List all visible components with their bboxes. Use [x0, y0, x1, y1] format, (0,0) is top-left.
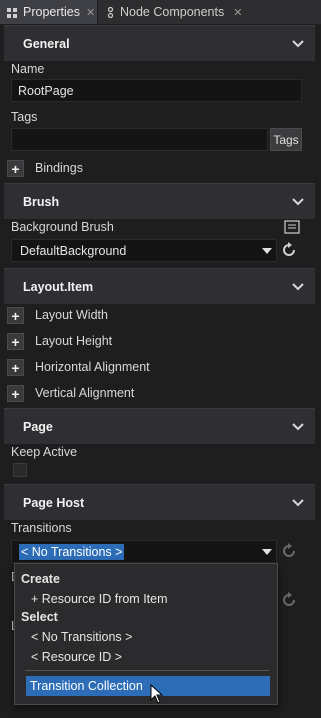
add-layout-height-button[interactable]: + — [7, 333, 24, 350]
transitions-value: < No Transitions > — [19, 543, 125, 560]
layout-height-label: Layout Height — [35, 334, 113, 348]
keep-active-checkbox[interactable] — [13, 463, 27, 477]
section-title: General — [23, 36, 70, 51]
add-layout-width-button[interactable]: + — [7, 307, 24, 324]
chevron-down-icon[interactable] — [291, 37, 305, 51]
section-title: Page Host — [23, 495, 85, 510]
chevron-down-icon[interactable] — [291, 496, 305, 510]
no-transitions-option[interactable]: < No Transitions > — [15, 627, 277, 647]
tags-button[interactable]: Tags — [270, 128, 302, 151]
chevron-down-icon[interactable] — [291, 195, 305, 209]
reset-icon[interactable] — [281, 242, 297, 258]
section-brush[interactable]: Brush — [4, 183, 315, 219]
bindings-label: Bindings — [35, 161, 83, 175]
vertical-alignment-label: Vertical Alignment — [35, 386, 135, 400]
name-label: Name — [11, 62, 45, 76]
section-title: Brush — [23, 194, 60, 209]
section-title: Page — [23, 419, 53, 434]
close-icon[interactable]: ✕ — [86, 6, 95, 19]
tags-label: Tags — [11, 110, 38, 124]
popup-select-header: Select — [21, 610, 58, 624]
properties-icon — [7, 7, 17, 18]
tab-properties[interactable]: Properties ✕ — [0, 0, 98, 24]
chevron-down-icon[interactable] — [291, 420, 305, 434]
name-field[interactable]: RootPage — [11, 79, 302, 102]
resource-editor-icon[interactable] — [284, 220, 300, 234]
tab-node-components-label: Node Components — [120, 5, 225, 19]
background-brush-value: DefaultBackground — [20, 243, 127, 258]
transitions-dropdown[interactable]: < No Transitions > — [11, 540, 277, 563]
popup-create-header: Create — [21, 572, 60, 586]
tags-field[interactable] — [11, 128, 268, 151]
add-bindings-button[interactable]: + — [7, 160, 24, 177]
node-components-icon — [105, 6, 116, 18]
resource-id-from-item-option[interactable]: + Resource ID from Item — [15, 589, 277, 609]
section-page[interactable]: Page — [4, 408, 315, 444]
keep-active-label: Keep Active — [11, 445, 78, 459]
transitions-dropdown-popup: Create + Resource ID from Item Select < … — [14, 563, 278, 705]
reset-icon[interactable] — [281, 543, 297, 559]
add-vertical-alignment-button[interactable]: + — [7, 385, 24, 402]
chevron-down-icon[interactable] — [291, 280, 305, 294]
transitions-label: Transitions — [11, 521, 72, 535]
layout-width-label: Layout Width — [35, 308, 108, 322]
add-horizontal-alignment-button[interactable]: + — [7, 359, 24, 376]
section-general[interactable]: General — [4, 25, 315, 61]
background-brush-dropdown[interactable]: DefaultBackground — [11, 239, 277, 262]
tab-strip: Properties ✕ Node Components ✕ — [0, 0, 321, 24]
dropdown-arrow-icon — [262, 549, 272, 555]
section-title: Layout.Item — [23, 279, 94, 294]
mouse-cursor-icon — [150, 684, 164, 704]
dropdown-arrow-icon — [262, 248, 272, 254]
section-page-host[interactable]: Page Host — [4, 484, 315, 520]
transition-collection-option[interactable]: Transition Collection — [26, 676, 270, 696]
popup-separator — [25, 670, 269, 671]
tab-properties-label: Properties — [23, 5, 80, 19]
section-layout-item[interactable]: Layout.Item — [4, 268, 315, 304]
resource-id-option[interactable]: < Resource ID > — [15, 647, 277, 667]
horizontal-alignment-label: Horizontal Alignment — [35, 360, 150, 374]
close-icon[interactable]: ✕ — [233, 6, 242, 19]
tab-node-components[interactable]: Node Components ✕ — [99, 0, 249, 24]
background-brush-label: Background Brush — [11, 220, 114, 234]
reset-icon[interactable] — [281, 592, 297, 608]
